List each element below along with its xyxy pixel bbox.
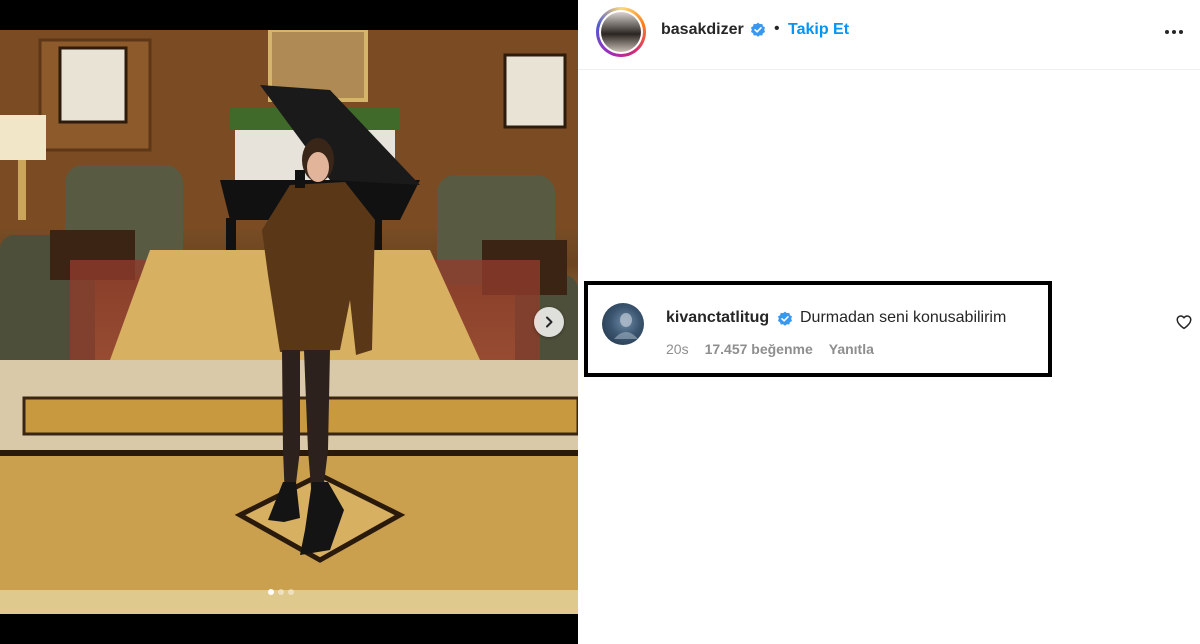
post-header: basakdizer • Takip Et (578, 0, 1200, 70)
commenter-avatar-image (614, 313, 638, 339)
verified-badge-icon (751, 22, 765, 37)
author-avatar-image (601, 12, 641, 52)
carousel-dot (278, 589, 284, 595)
commenter-avatar[interactable] (602, 303, 644, 345)
post-photo (0, 30, 578, 614)
reply-button[interactable]: Yanıtla (829, 341, 874, 357)
verified-badge-icon (778, 311, 792, 326)
post-side-panel: basakdizer • Takip Et kivanctatlitug Dur… (578, 0, 1200, 644)
author-avatar[interactable] (596, 7, 646, 57)
comment-likes[interactable]: 17.457 beğenme (705, 341, 813, 357)
comment-time[interactable]: 20s (666, 341, 689, 357)
carousel-indicator (268, 589, 294, 595)
carousel-dot-active (268, 589, 274, 595)
highlighted-comment: kivanctatlitug Durmadan seni konusabilir… (584, 281, 1052, 377)
carousel-dot (288, 589, 294, 595)
header-separator: • (774, 20, 780, 37)
comment-text: Durmadan seni konusabilirim (800, 309, 1007, 326)
chevron-right-icon (546, 316, 553, 328)
commenter-username[interactable]: kivanctatlitug (666, 309, 769, 327)
hotel-lobby-photo (0, 30, 578, 614)
author-username[interactable]: basakdizer (661, 21, 744, 39)
next-slide-button[interactable] (534, 307, 564, 337)
more-options-icon[interactable] (1162, 26, 1186, 38)
follow-button[interactable]: Takip Et (788, 21, 849, 39)
like-comment-heart-icon[interactable] (1175, 313, 1193, 331)
comment-meta: 20s 17.457 beğenme Yanıtla (666, 341, 874, 357)
post-media (0, 0, 578, 644)
